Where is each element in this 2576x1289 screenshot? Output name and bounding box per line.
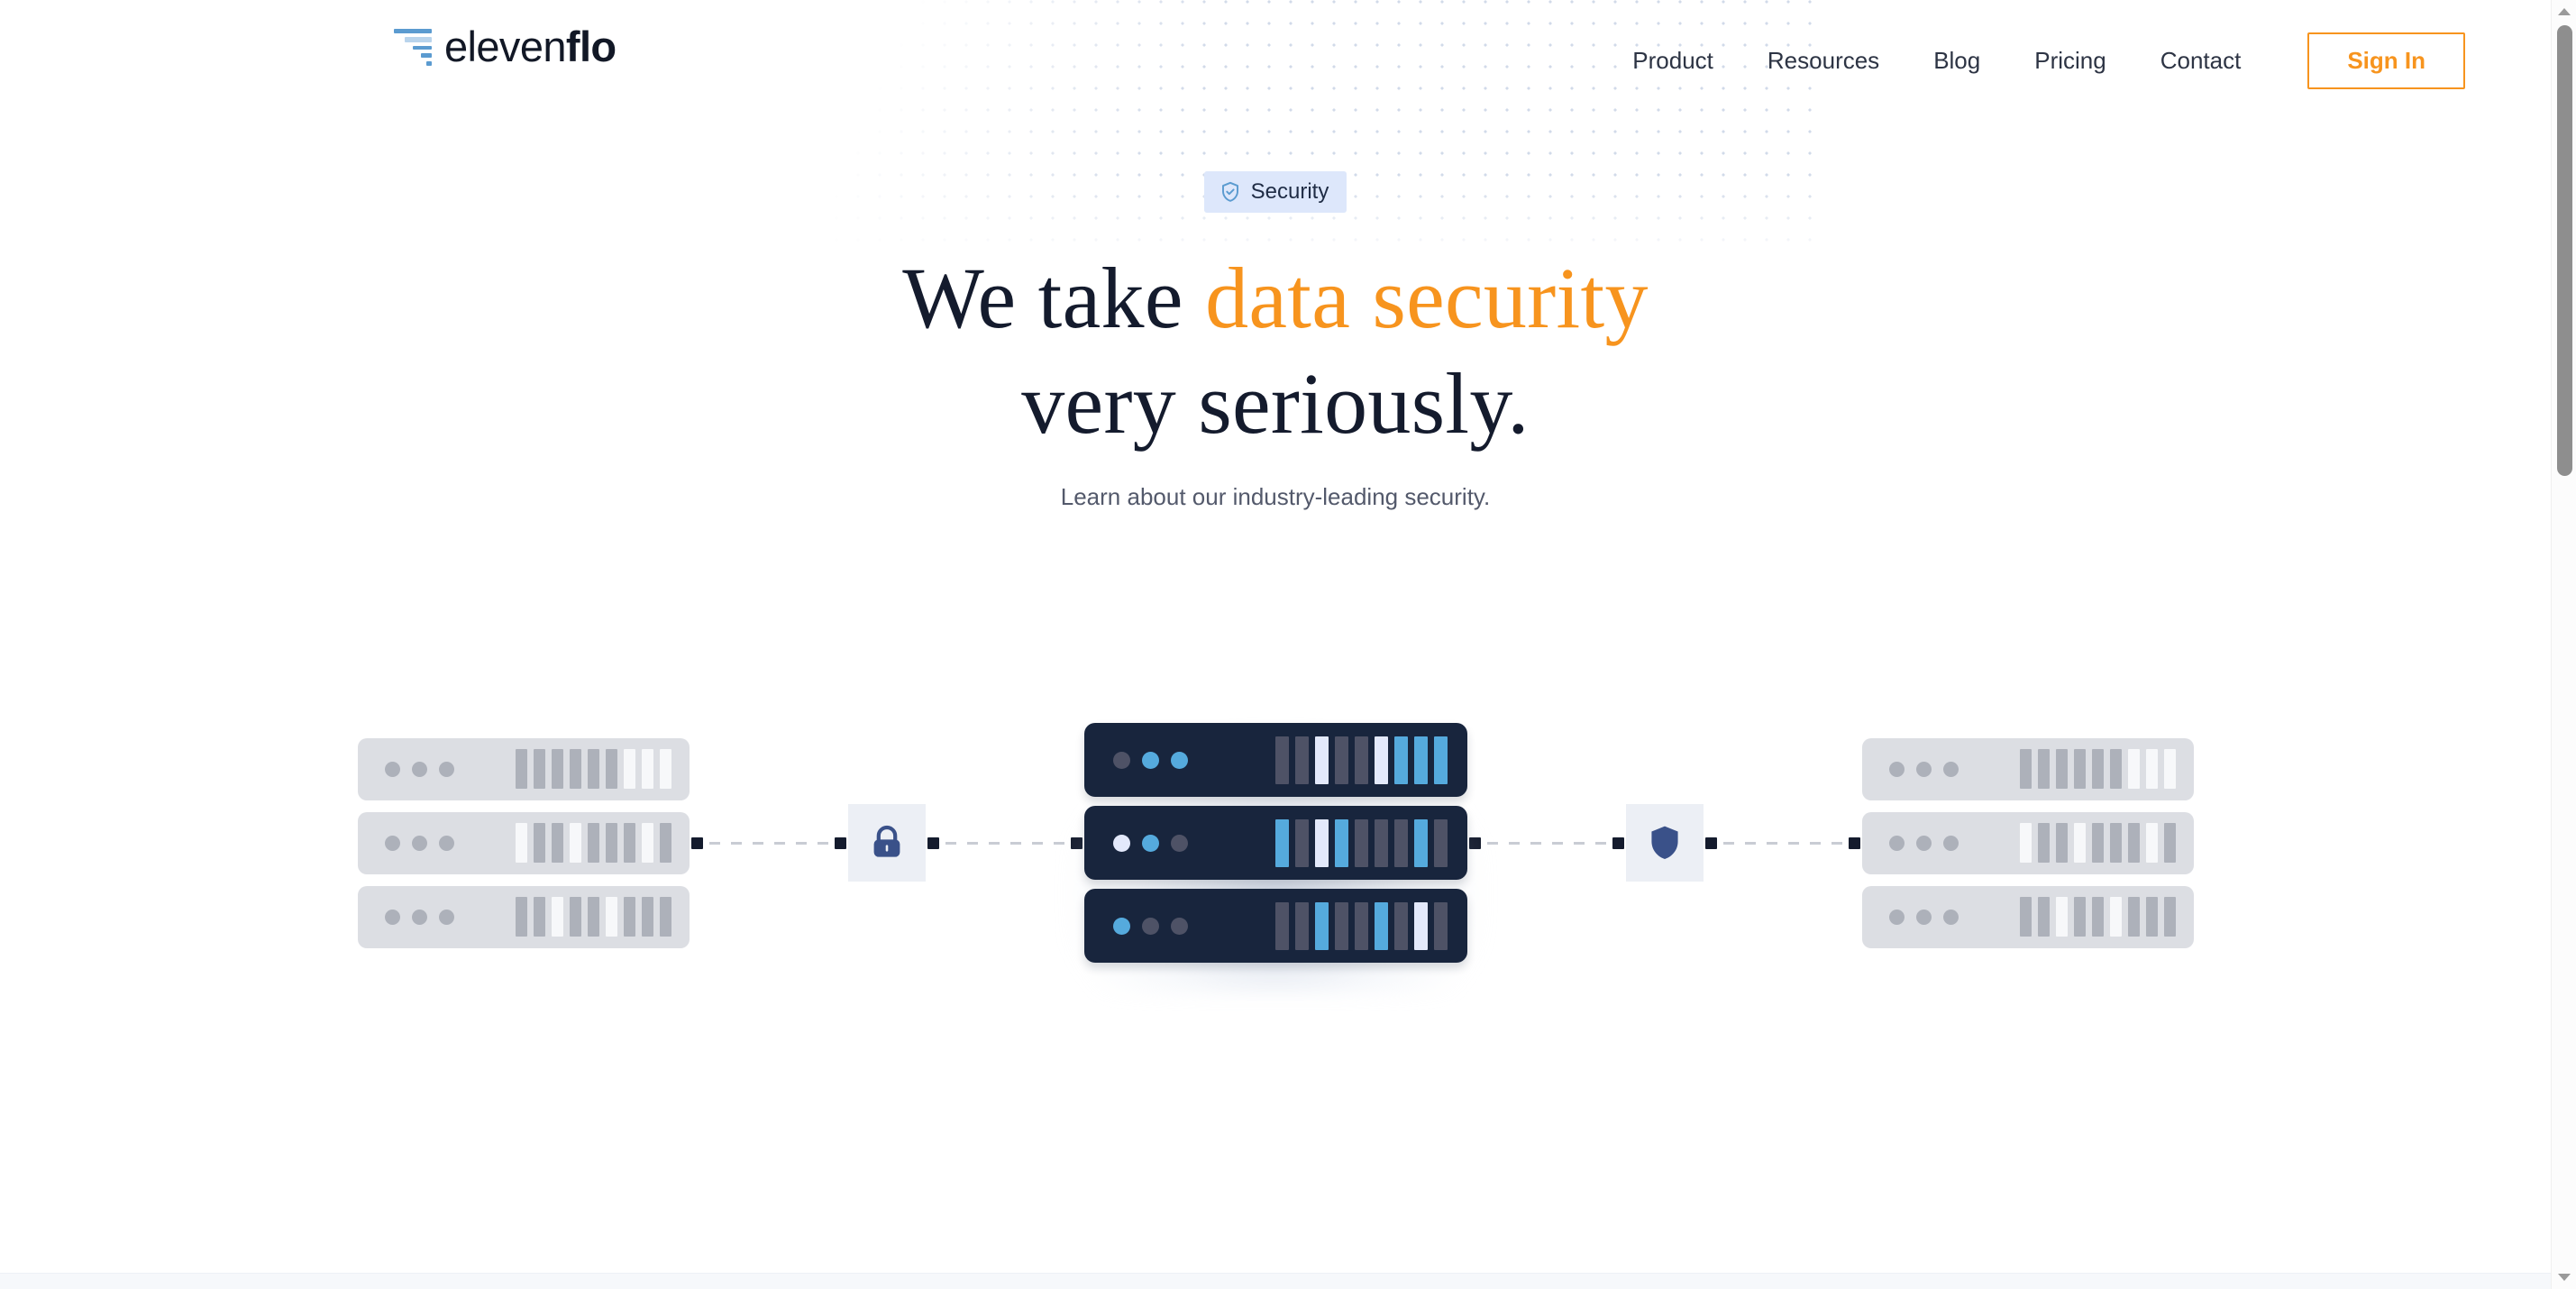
center-server-stack	[1067, 723, 1484, 993]
server-status-leds	[1888, 909, 1959, 925]
server-activity-bars	[515, 749, 671, 789]
connector-endpoint	[1468, 836, 1481, 849]
shield-check-icon	[1219, 180, 1242, 204]
connector-endpoint	[1848, 836, 1860, 849]
security-badge: Security	[1203, 171, 1347, 213]
security-illustration	[0, 663, 2551, 1023]
browser-scrollbar[interactable]	[2551, 0, 2576, 1289]
page-root: elevenflo Product Resources Blog Pricing…	[0, 0, 2576, 1289]
server-unit	[357, 811, 690, 874]
server-unit	[357, 885, 690, 948]
server-status-leds	[1888, 761, 1959, 777]
connector-endpoint	[834, 836, 846, 849]
server-activity-bars	[1274, 818, 1448, 867]
page-title: We take data security very seriously.	[0, 245, 2551, 456]
server-unit	[1083, 889, 1467, 963]
brand-name-light: eleven	[444, 23, 567, 70]
server-unit	[1083, 723, 1467, 797]
brand-name-bold: flo	[565, 23, 617, 70]
scrollbar-thumb[interactable]	[2557, 25, 2572, 476]
connector-dashes	[708, 841, 828, 845]
protection-shield-tile	[1625, 804, 1704, 882]
hero-subtitle: Learn about our industry-leading securit…	[1060, 483, 1491, 511]
padlock-icon	[865, 821, 909, 864]
encryption-lock-tile	[847, 804, 926, 882]
connector-endpoint	[1070, 836, 1082, 849]
server-activity-bars	[2019, 897, 2176, 937]
browser-viewport: elevenflo Product Resources Blog Pricing…	[0, 0, 2551, 1289]
site-header: elevenflo Product Resources Blog Pricing…	[0, 0, 2551, 117]
headline-accent-text: data security	[1205, 250, 1649, 346]
server-activity-bars	[1274, 736, 1448, 784]
security-badge-label: Security	[1250, 179, 1329, 204]
connector-right-inner	[1467, 836, 1626, 849]
nav-link-contact[interactable]: Contact	[2133, 38, 2269, 84]
server-status-leds	[384, 835, 454, 851]
server-unit	[357, 737, 690, 800]
main-navigation: Product Resources Blog Pricing Contact S…	[1605, 32, 2465, 89]
connector-dashes	[945, 841, 1064, 845]
connector-endpoint	[927, 836, 939, 849]
connector-endpoint	[1612, 836, 1624, 849]
server-activity-bars	[2019, 749, 2176, 789]
server-unit	[1861, 885, 2194, 948]
server-unit	[1861, 737, 2194, 800]
next-section-strip	[0, 1273, 2551, 1289]
nav-link-pricing[interactable]: Pricing	[2007, 38, 2133, 84]
connector-left-outer	[690, 836, 848, 849]
connector-endpoint	[690, 836, 703, 849]
server-activity-bars	[515, 897, 671, 937]
headline-plain-text: We take	[902, 250, 1206, 346]
sign-in-button[interactable]: Sign In	[2307, 32, 2465, 89]
server-unit	[1083, 806, 1467, 880]
connector-right-outer	[1704, 836, 1862, 849]
left-server-rack	[357, 737, 690, 948]
connector-left-inner	[926, 836, 1084, 849]
headline-line-2: very seriously.	[1021, 355, 1530, 453]
center-server-rack	[1083, 723, 1467, 963]
headline-line-1: We take data security	[902, 250, 1649, 346]
scroll-up-arrow-icon[interactable]	[2552, 2, 2576, 22]
right-server-rack	[1861, 737, 2194, 948]
server-status-leds	[1112, 834, 1188, 852]
connector-dashes	[1722, 841, 1842, 845]
connector-dashes	[1486, 841, 1606, 845]
nav-link-product[interactable]: Product	[1605, 38, 1740, 84]
hero-section: Security We take data security very seri…	[0, 171, 2551, 511]
funnel-bars-logo-icon	[394, 27, 432, 67]
brand-logo[interactable]: elevenflo	[394, 25, 617, 68]
server-status-leds	[1112, 751, 1188, 769]
server-status-leds	[1888, 835, 1959, 851]
server-status-leds	[384, 909, 454, 925]
nav-link-blog[interactable]: Blog	[1906, 38, 2007, 84]
server-activity-bars	[1274, 901, 1448, 950]
scroll-down-arrow-icon[interactable]	[2552, 1267, 2576, 1287]
server-activity-bars	[2019, 823, 2176, 863]
nav-link-resources[interactable]: Resources	[1740, 38, 1906, 84]
shield-icon	[1644, 822, 1685, 864]
server-activity-bars	[515, 823, 671, 863]
server-status-leds	[384, 761, 454, 777]
brand-wordmark: elevenflo	[444, 25, 617, 68]
connector-endpoint	[1704, 836, 1717, 849]
server-unit	[1861, 811, 2194, 874]
server-status-leds	[1112, 917, 1188, 935]
